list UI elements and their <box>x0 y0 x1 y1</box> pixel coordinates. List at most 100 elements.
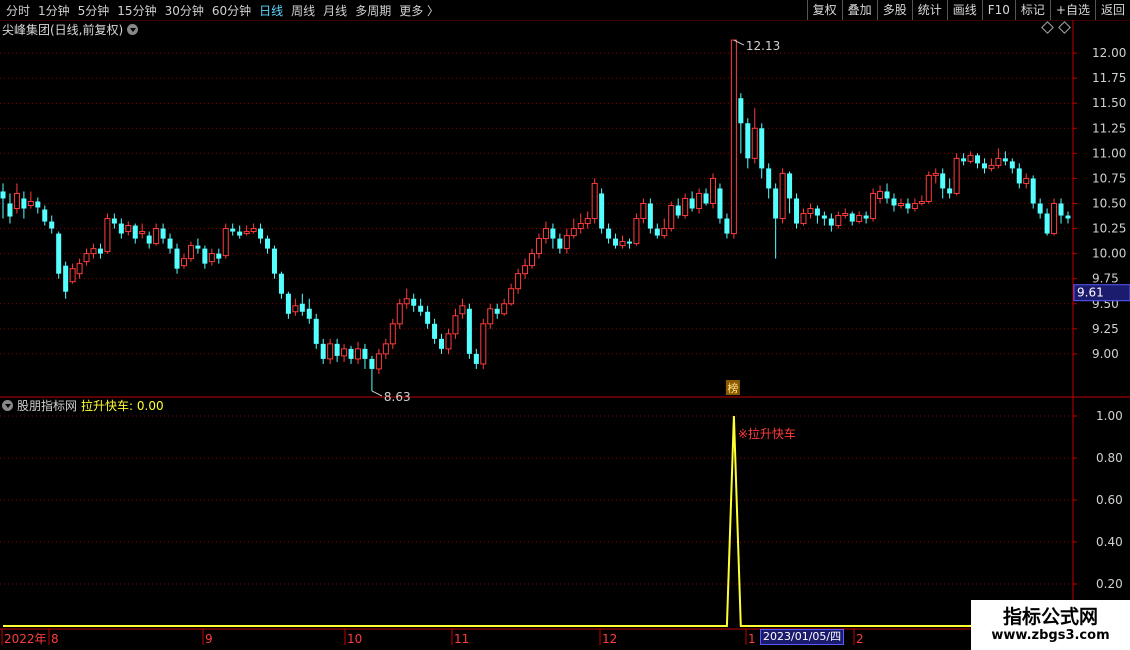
candle-body <box>1065 215 1071 219</box>
candle-body <box>271 248 277 274</box>
price-tick-label: 10.75 <box>1092 171 1126 185</box>
candle-body <box>584 218 591 225</box>
low-marker-line <box>371 390 383 397</box>
candle-body <box>981 163 987 169</box>
selected-date-box: 2023/01/05/四 <box>760 629 845 645</box>
candle-body <box>439 338 445 349</box>
candle-body <box>835 215 842 227</box>
candle-body <box>870 192 877 220</box>
candle-body <box>111 218 117 224</box>
candle-body <box>961 158 967 162</box>
candle-body <box>766 168 772 189</box>
candle-body <box>975 155 981 164</box>
candle-body <box>995 157 1002 166</box>
candle-body <box>550 228 556 239</box>
indicator-tick-label: 0.20 <box>1096 577 1123 591</box>
price-tick-label: 10.25 <box>1092 222 1126 236</box>
watermark-url: www.zbgs3.com <box>991 628 1110 643</box>
candle-body <box>689 198 695 209</box>
candle-body <box>118 223 124 234</box>
candle-body <box>208 253 215 263</box>
price-tick-label: 9.00 <box>1092 347 1119 361</box>
candle-body <box>542 228 549 240</box>
candle-body <box>863 215 869 219</box>
candle-body <box>285 293 291 314</box>
candle-body <box>759 128 765 169</box>
low-price-label: 8.63 <box>384 390 411 404</box>
candle-body <box>807 208 814 215</box>
candle-body <box>42 209 48 222</box>
indicator-tick-label: 0.80 <box>1096 451 1123 465</box>
time-tick-label: 1 <box>748 632 756 646</box>
candle-body <box>884 191 890 199</box>
candle-body <box>167 238 173 249</box>
candle-body <box>626 241 632 244</box>
candle-body <box>473 353 479 364</box>
candle-body <box>480 323 487 365</box>
candle-body <box>661 228 668 237</box>
candle-body <box>222 228 229 257</box>
candle-body <box>709 177 717 204</box>
candle-body <box>501 303 508 315</box>
candle-body <box>452 315 459 335</box>
candle-body <box>153 228 160 245</box>
indicator-tick-label: 0.60 <box>1096 493 1123 507</box>
candle-body <box>354 348 362 360</box>
candle-body <box>891 198 897 206</box>
indicator-signal-label: ※拉升快车 <box>738 426 796 441</box>
candle-body <box>1051 202 1058 235</box>
candle-body <box>341 348 348 357</box>
rank-badge-label: 榜 <box>727 381 738 395</box>
candle-body <box>911 202 918 210</box>
high-price-label: 12.13 <box>746 39 780 53</box>
candle-body <box>348 348 354 359</box>
time-tick-label: 2 <box>856 632 864 646</box>
candle-body <box>83 253 90 263</box>
candle-body <box>800 213 807 225</box>
candle-body <box>411 298 417 306</box>
candle-body <box>522 265 529 275</box>
time-tick-label: 9 <box>205 632 213 646</box>
candle-body <box>897 202 904 206</box>
candle-body <box>877 190 884 199</box>
indicator-name[interactable]: 股朋指标网 <box>17 397 77 414</box>
current-price-label: 9.61 <box>1077 286 1104 300</box>
candle-body <box>97 248 103 254</box>
candle-body <box>35 201 41 208</box>
kline-chart[interactable]: 12.0011.7511.5011.2511.0010.7510.5010.25… <box>0 0 1130 650</box>
candle-body <box>132 225 138 239</box>
candle-body <box>313 318 319 344</box>
candle-body <box>7 203 13 217</box>
candle-body <box>69 268 76 283</box>
indicator-value: 拉升快车: 0.00 <box>81 398 164 413</box>
time-tick-label: 12 <box>602 632 617 646</box>
candle-body <box>403 298 410 305</box>
candle-body <box>258 228 264 239</box>
candle-body <box>56 233 62 274</box>
time-tick-label: 10 <box>347 632 362 646</box>
price-tick-label: 10.00 <box>1092 247 1126 261</box>
candle-body <box>13 192 20 210</box>
candle-body <box>535 238 542 255</box>
candle-body <box>647 203 653 229</box>
candle-body <box>724 218 730 234</box>
dropdown-circle-icon[interactable] <box>2 399 13 411</box>
candle-body <box>334 343 340 356</box>
candle-body <box>425 311 431 324</box>
price-tick-label: 11.50 <box>1092 96 1126 110</box>
watermark: 指标公式网 www.zbgs3.com <box>971 600 1130 650</box>
candle-body <box>1044 213 1050 234</box>
candle-body <box>773 188 779 219</box>
candle-body <box>1023 177 1030 184</box>
candle-body <box>76 263 83 275</box>
candle-body <box>828 218 834 226</box>
price-tick-label: 11.00 <box>1092 146 1126 160</box>
candle-body <box>362 348 368 359</box>
candle-body <box>278 273 284 294</box>
candle-body <box>675 205 681 216</box>
candle-body <box>1030 178 1036 204</box>
candle-body <box>389 323 396 345</box>
candle-body <box>369 358 375 369</box>
candle-body <box>717 188 723 219</box>
time-tick-label: 11 <box>454 632 469 646</box>
